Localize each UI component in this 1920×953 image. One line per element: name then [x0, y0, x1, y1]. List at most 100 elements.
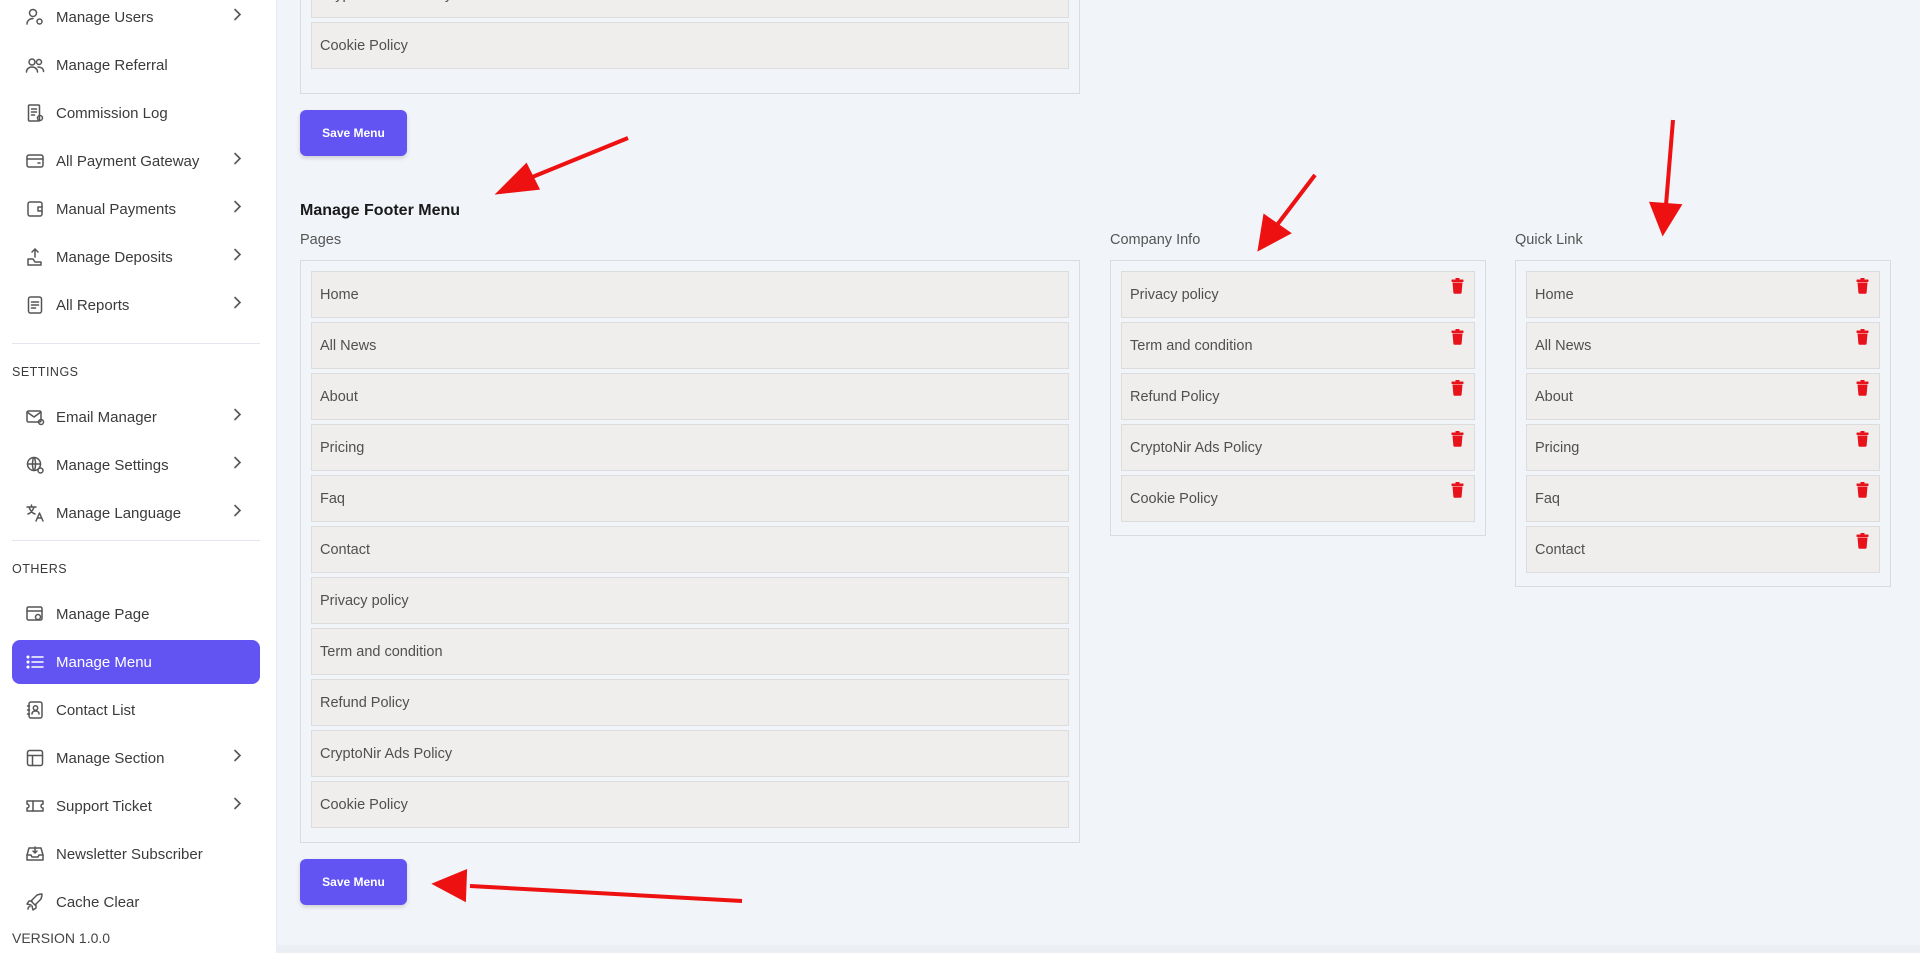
- sidebar-item-commission-log[interactable]: Commission Log: [12, 91, 260, 135]
- chevron-right-icon: [232, 248, 242, 267]
- menu-list-item[interactable]: Home: [311, 271, 1069, 318]
- chevron-right-icon: [232, 296, 242, 315]
- menu-list-item[interactable]: Cookie Policy: [311, 781, 1069, 828]
- menu-item-label: Cookie Policy: [320, 37, 408, 54]
- users-icon: [24, 54, 46, 76]
- menu-list-item[interactable]: Contact: [1526, 526, 1880, 573]
- menu-list-item[interactable]: About: [1526, 373, 1880, 420]
- sidebar-item-manage-page[interactable]: Manage Page: [12, 592, 260, 636]
- sidebar-item-manage-settings[interactable]: Manage Settings: [12, 443, 260, 487]
- inbox-icon: [24, 843, 46, 865]
- trash-icon[interactable]: [1451, 329, 1464, 350]
- save-footer-menu-button[interactable]: Save Menu: [300, 859, 407, 905]
- menu-list-item[interactable]: Faq: [311, 475, 1069, 522]
- rocket-icon: [24, 891, 46, 913]
- sidebar-item-manage-referral[interactable]: Manage Referral: [12, 43, 260, 87]
- quick-link-label: Quick Link: [1515, 232, 1583, 248]
- sidebar-item-manage-language[interactable]: Manage Language: [12, 491, 260, 535]
- annotation-arrow: [1275, 173, 1317, 227]
- user-gear-icon: [24, 6, 46, 28]
- annotation-arrow: [524, 136, 629, 182]
- chevron-right-icon: [232, 797, 242, 816]
- company-info-list: Privacy policy Term and condition Refund P…: [1110, 260, 1486, 536]
- menu-list-item[interactable]: Faq: [1526, 475, 1880, 522]
- settings-section-title: SETTINGS: [12, 365, 79, 379]
- menu-list-item[interactable]: Privacy policy: [1121, 271, 1475, 318]
- menu-item-label: Privacy policy: [1130, 286, 1219, 303]
- menu-list-item[interactable]: About: [311, 373, 1069, 420]
- sidebar-item-manual-payments[interactable]: Manual Payments: [12, 187, 260, 231]
- pages-label: Pages: [300, 232, 342, 248]
- sidebar-item-manage-menu[interactable]: Manage Menu: [12, 640, 260, 684]
- menu-list-item[interactable]: Refund Policy: [1121, 373, 1475, 420]
- trash-icon[interactable]: [1451, 482, 1464, 503]
- sidebar-item-label: Manage Users: [56, 8, 154, 26]
- menu-item-label: CryptoNir Ads Policy: [320, 745, 453, 762]
- menu-item-label: Pricing: [1535, 439, 1580, 456]
- trash-icon[interactable]: [1856, 431, 1869, 452]
- footer-menu-heading: Manage Footer Menu: [300, 202, 461, 219]
- trash-icon[interactable]: [1856, 380, 1869, 401]
- menu-list-item[interactable]: CryptoNir Ads Policy: [311, 730, 1069, 777]
- trash-icon[interactable]: [1856, 329, 1869, 350]
- sidebar-divider: [12, 343, 260, 344]
- sidebar-item-newsletter-subscriber[interactable]: Newsletter Subscriber: [12, 832, 260, 876]
- menu-item-label: About: [320, 388, 358, 405]
- menu-list-item[interactable]: Pricing: [311, 424, 1069, 471]
- sidebar-item-email-manager[interactable]: Email Manager: [12, 395, 260, 439]
- menu-list-item[interactable]: All News: [311, 322, 1069, 369]
- trash-icon[interactable]: [1856, 533, 1869, 554]
- menu-item-label: CryptoNir Ads Policy: [1130, 439, 1263, 456]
- annotation-arrowhead: [431, 868, 468, 903]
- trash-icon[interactable]: [1856, 278, 1869, 299]
- menu-list-item[interactable]: Term and condition: [1121, 322, 1475, 369]
- sidebar-item-label: Manage Section: [56, 749, 165, 767]
- menu-item-label: Cookie Policy: [1130, 490, 1218, 507]
- chevron-right-icon: [232, 8, 242, 27]
- sidebar-item-all-reports[interactable]: All Reports: [12, 283, 260, 327]
- menu-list-item[interactable]: Home: [1526, 271, 1880, 318]
- sidebar-item-label: Contact List: [56, 701, 136, 719]
- contact-icon: [24, 699, 46, 721]
- sidebar-item-manage-users[interactable]: Manage Users: [12, 0, 260, 39]
- menu-list-item[interactable]: Contact: [311, 526, 1069, 573]
- sidebar-item-manage-deposits[interactable]: Manage Deposits: [12, 235, 260, 279]
- sidebar-item-manage-section[interactable]: Manage Section: [12, 736, 260, 780]
- menu-item-label: Contact: [1535, 541, 1585, 558]
- footer-bar: [276, 945, 1920, 953]
- menu-item-label: Term and condition: [320, 643, 443, 660]
- menu-list-item[interactable]: Privacy policy: [311, 577, 1069, 624]
- sidebar-item-label: Support Ticket: [56, 797, 152, 815]
- trash-icon[interactable]: [1451, 431, 1464, 452]
- sidebar-item-contact-list[interactable]: Contact List: [12, 688, 260, 732]
- trash-icon[interactable]: [1451, 380, 1464, 401]
- list-icon: [24, 651, 46, 673]
- receipt-icon: [24, 102, 46, 124]
- sidebar-item-label: Manage Menu: [56, 653, 152, 671]
- menu-list-item[interactable]: CryptoNir Ads Policy: [1121, 424, 1475, 471]
- menu-item-label: Faq: [320, 490, 345, 507]
- ticket-icon: [24, 795, 46, 817]
- chevron-right-icon: [232, 408, 242, 427]
- save-menu-button[interactable]: Save Menu: [300, 110, 407, 156]
- menu-list-item[interactable]: Refund Policy: [311, 679, 1069, 726]
- menu-list-item[interactable]: Cookie Policy: [1121, 475, 1475, 522]
- trash-icon[interactable]: [1856, 482, 1869, 503]
- menu-list-item[interactable]: Pricing: [1526, 424, 1880, 471]
- trash-icon[interactable]: [1451, 278, 1464, 299]
- pages-list: Home All News About Pricing Faq Contact Privac…: [300, 260, 1080, 843]
- wallet-alt-icon: [24, 198, 46, 220]
- sidebar-item-all-payment-gateway[interactable]: All Payment Gateway: [12, 139, 260, 183]
- sidebar-item-cache-clear[interactable]: Cache Clear: [12, 880, 260, 924]
- menu-list-item[interactable]: Term and condition: [311, 628, 1069, 675]
- sidebar-item-label: Manage Referral: [56, 56, 168, 74]
- menu-item-label: Faq: [1535, 490, 1560, 507]
- version-label: VERSION 1.0.0: [12, 930, 111, 946]
- menu-list-item[interactable]: Cookie Policy: [311, 22, 1069, 69]
- menu-item-label: Home: [320, 286, 359, 303]
- quick-link-list: Home All News About Pricing Faq Contact: [1515, 260, 1891, 587]
- menu-list-item[interactable]: CryptoNir Ads Policy: [311, 0, 1069, 18]
- annotation-arrow: [469, 884, 743, 903]
- sidebar-item-support-ticket[interactable]: Support Ticket: [12, 784, 260, 828]
- menu-list-item[interactable]: All News: [1526, 322, 1880, 369]
